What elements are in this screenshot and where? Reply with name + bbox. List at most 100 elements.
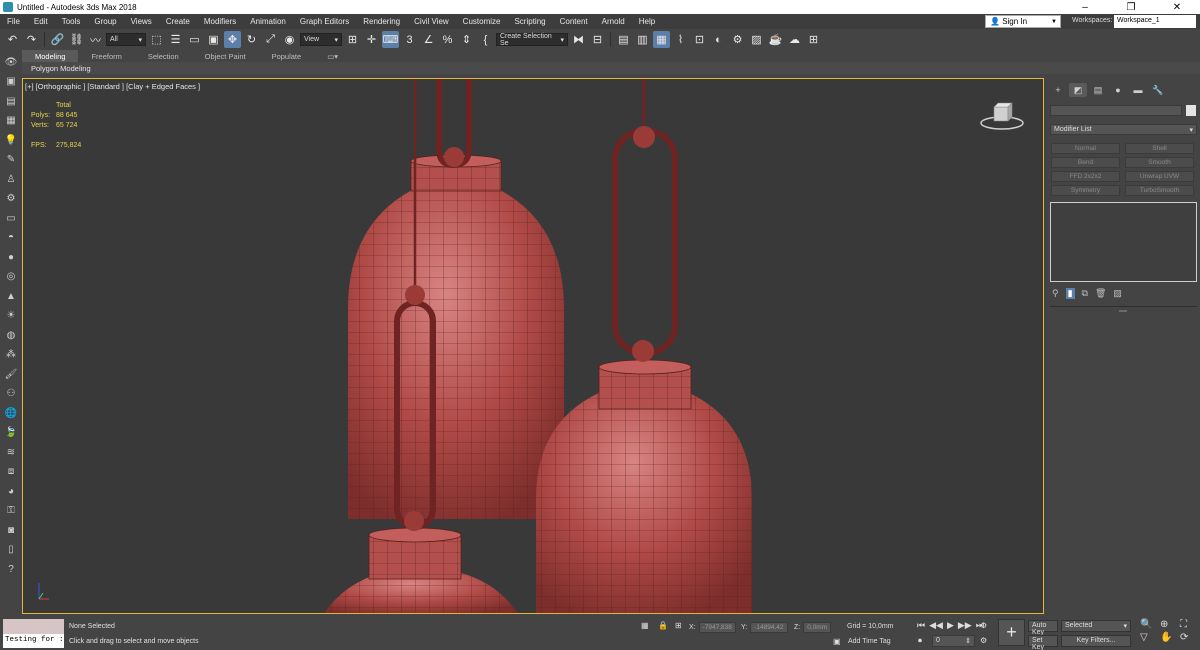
isolate-selection-icon[interactable]: ▦ <box>641 621 649 630</box>
zoom-extents-icon[interactable]: ⛶ <box>1180 619 1197 630</box>
table-icon[interactable]: ▦ <box>3 113 20 130</box>
ribbon-options-icon[interactable]: ▭▾ <box>314 50 351 62</box>
sign-in-dropdown[interactable]: 👤 Sign In ▼ <box>985 15 1061 28</box>
maximize-button[interactable]: ❐ <box>1108 0 1154 14</box>
add-time-tag[interactable]: Add Time Tag <box>848 638 891 645</box>
selection-filter-dropdown[interactable]: All ▾ <box>106 33 146 46</box>
edit-named-selection-icon[interactable]: { <box>477 31 494 48</box>
menu-tools[interactable]: Tools <box>55 17 88 26</box>
leaf-icon[interactable]: 🍃 <box>3 425 20 442</box>
link-icon[interactable]: 🔗 <box>49 31 66 48</box>
z-value-field[interactable]: 0,0mm <box>803 622 832 633</box>
menu-graph-editors[interactable]: Graph Editors <box>293 17 356 26</box>
menu-scripting[interactable]: Scripting <box>507 17 552 26</box>
selection-lock-icon[interactable]: 🔒 <box>658 621 668 630</box>
material-editor-icon[interactable]: ◐ <box>710 31 727 48</box>
viewcube[interactable] <box>979 101 1025 133</box>
create-tab-icon[interactable]: + <box>1049 83 1067 97</box>
modifier-bend-button[interactable]: Bend <box>1051 157 1120 168</box>
spinner-snap-icon[interactable]: ⇕ <box>458 31 475 48</box>
key-filters-button[interactable]: Key Filters... <box>1061 635 1131 647</box>
select-and-scale-icon[interactable]: ⤢ <box>262 31 279 48</box>
ribbon-toggle-icon[interactable]: ▦ <box>653 31 670 48</box>
selection-set-dropdown[interactable]: Selected ▾ <box>1061 620 1131 632</box>
menu-help[interactable]: Help <box>632 17 662 26</box>
render-setup-icon[interactable]: ⚙ <box>729 31 746 48</box>
y-value-field[interactable]: -14894,42 <box>750 622 788 633</box>
select-and-move-icon[interactable]: ✥ <box>224 31 241 48</box>
biped-icon[interactable]: ♙ <box>3 171 20 188</box>
workspace-select[interactable]: Workspace_1 <box>1114 15 1196 28</box>
bones-icon[interactable]: ⚙ <box>3 191 20 208</box>
modifier-shell-button[interactable]: Shell <box>1125 143 1194 154</box>
make-unique-icon[interactable]: ⧉ <box>1082 288 1088 299</box>
dome-primitive-icon[interactable]: ◓ <box>3 230 20 247</box>
snaps-toggle-icon[interactable]: 3 <box>401 31 418 48</box>
x-value-field[interactable]: -7947,838 <box>698 622 736 633</box>
mirror-icon[interactable]: ⧓ <box>570 31 587 48</box>
sphere-primitive-icon[interactable]: ● <box>3 249 20 266</box>
unlink-icon[interactable]: ⛓ <box>68 31 85 48</box>
menu-views[interactable]: Views <box>124 17 159 26</box>
utilities-tab-icon[interactable]: 🔧 <box>1149 83 1167 97</box>
layer-icon[interactable]: ▣ <box>3 74 20 91</box>
menu-create[interactable]: Create <box>159 17 197 26</box>
select-and-rotate-icon[interactable]: ↻ <box>243 31 260 48</box>
menu-civil-view[interactable]: Civil View <box>407 17 456 26</box>
bind-space-warp-icon[interactable]: 〰 <box>87 31 104 48</box>
polygon-modeling-label[interactable]: Polygon Modeling <box>31 64 91 73</box>
go-to-start-icon[interactable]: ⏮ <box>917 620 925 631</box>
manipulate-icon[interactable]: ✛ <box>363 31 380 48</box>
scene-list-icon[interactable]: ▤ <box>3 93 20 110</box>
menu-modifiers[interactable]: Modifiers <box>197 17 243 26</box>
undo-icon[interactable]: ↶ <box>4 31 21 48</box>
orbit-icon[interactable]: ⟳ <box>1180 632 1197 643</box>
auto-key-button[interactable]: Auto Key <box>1028 620 1058 636</box>
render-cloud-icon[interactable]: ☁ <box>786 31 803 48</box>
scene-explorer-icon[interactable]: ▤ <box>615 31 632 48</box>
time-tag-icon[interactable]: ▣ <box>833 637 841 646</box>
eye-icon[interactable]: 👁 <box>3 54 20 71</box>
layer-explorer-icon[interactable]: ▥ <box>634 31 651 48</box>
remove-modifier-icon[interactable]: 🗑 <box>1095 288 1106 299</box>
viewport-label[interactable]: [+] [Orthographic ] [Standard ] [Clay + … <box>25 82 200 91</box>
show-end-result-icon[interactable]: ▮ <box>1065 287 1075 299</box>
select-by-name-icon[interactable]: ☰ <box>167 31 184 48</box>
align-icon[interactable]: ⊟ <box>589 31 606 48</box>
modifier-symmetry-button[interactable]: Symmetry <box>1051 185 1120 196</box>
field-of-view-icon[interactable]: ▽ <box>1140 632 1157 643</box>
modifier-ffd-button[interactable]: FFD 2x2x2 <box>1051 171 1120 182</box>
globe-icon[interactable]: 🌐 <box>3 405 20 422</box>
mobile-icon[interactable]: ▯ <box>3 542 20 559</box>
tab-modeling[interactable]: Modeling <box>22 50 79 62</box>
menu-customize[interactable]: Customize <box>456 17 508 26</box>
paint-brush-icon[interactable]: 🖌 <box>3 366 20 383</box>
redo-icon[interactable]: ↷ <box>23 31 40 48</box>
set-keys-button[interactable]: + <box>998 619 1025 646</box>
robot-icon[interactable]: ⚇ <box>3 386 20 403</box>
zoom-all-icon[interactable]: ⊕ <box>1160 619 1177 630</box>
set-key-button[interactable]: Set Key <box>1028 635 1058 650</box>
light-bulb-icon[interactable]: 💡 <box>3 132 20 149</box>
close-button[interactable]: ✕ <box>1154 0 1200 14</box>
hierarchy-tab-icon[interactable]: ▤ <box>1089 83 1107 97</box>
menu-arnold[interactable]: Arnold <box>595 17 632 26</box>
box-primitive-icon[interactable]: ▭ <box>3 210 20 227</box>
maxscript-mini-input[interactable]: Testing for : <box>3 634 64 648</box>
angle-snap-icon[interactable]: ∠ <box>420 31 437 48</box>
sun-icon[interactable]: ☀ <box>3 308 20 325</box>
cone-primitive-icon[interactable]: ▲ <box>3 288 20 305</box>
zoom-icon[interactable]: 🔍 <box>1140 619 1157 630</box>
menu-animation[interactable]: Animation <box>243 17 293 26</box>
modifier-list-dropdown[interactable]: Modifier List ▾ <box>1050 124 1197 135</box>
modify-tab-icon[interactable]: ◩ <box>1069 83 1087 97</box>
maxscript-listener[interactable] <box>3 619 64 634</box>
rendered-frame-window-icon[interactable]: ▨ <box>748 31 765 48</box>
modifier-smooth-button[interactable]: Smooth <box>1125 157 1194 168</box>
reflection-sphere-icon[interactable]: ◕ <box>3 483 20 500</box>
current-frame-field[interactable]: 0 ⇕ <box>932 635 975 647</box>
select-and-place-icon[interactable]: ◉ <box>281 31 298 48</box>
time-configuration-icon[interactable]: ⚙ <box>980 621 987 630</box>
render-grid-icon[interactable]: ⊞ <box>805 31 822 48</box>
named-selection-dropdown[interactable]: Create Selection Se ▾ <box>496 33 568 47</box>
